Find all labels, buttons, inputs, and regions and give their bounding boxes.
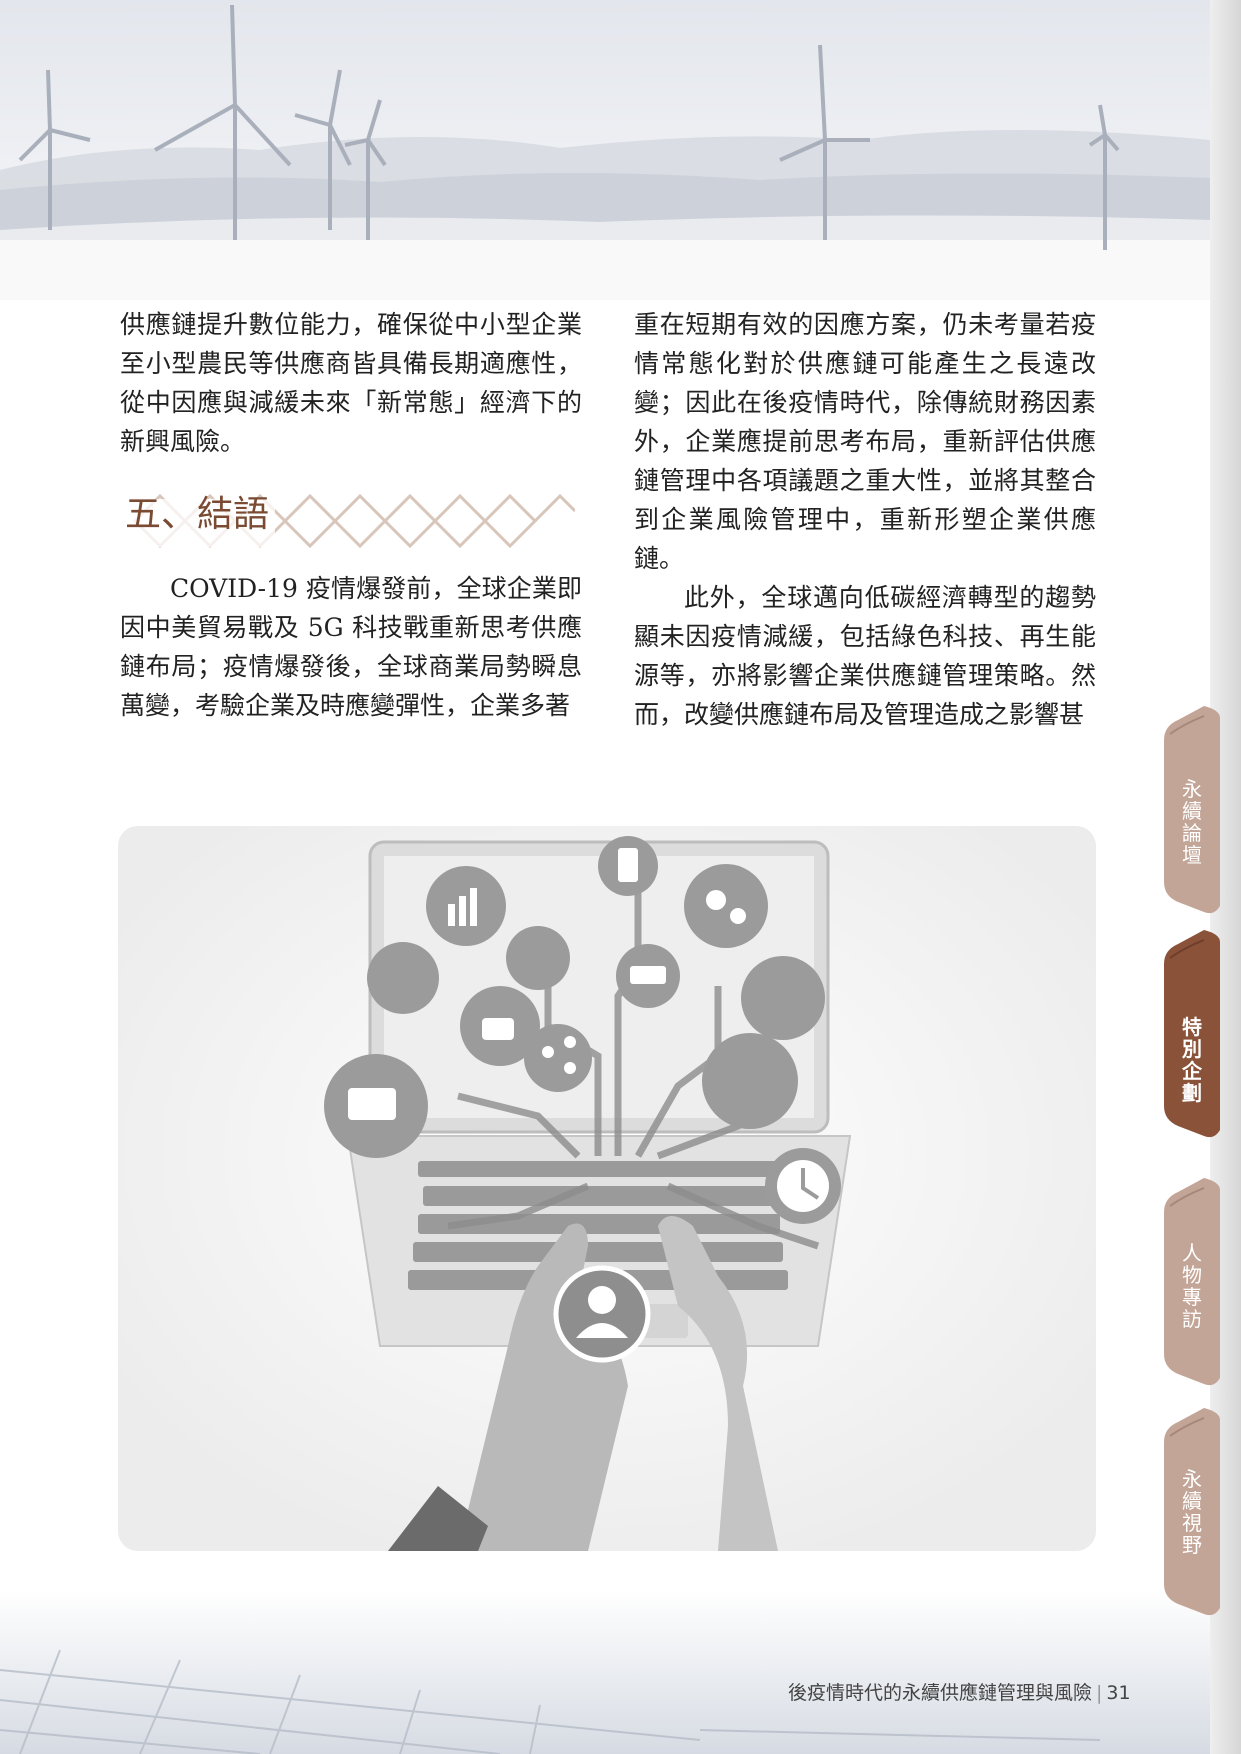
footer-separator: |: [1096, 1682, 1103, 1704]
tab-sustainability-vision[interactable]: 永續視野: [1164, 1408, 1220, 1618]
bird-icon: [702, 1033, 798, 1129]
right-paragraph-2: 此外，全球邁向低碳經濟轉型的趨勢顯未因疫情減緩，包括綠色科技、再生能源等，亦將影…: [634, 583, 1096, 729]
tab-label: 特別企劃: [1182, 1015, 1202, 1105]
tab-sustainability-forum[interactable]: 永續論壇: [1164, 706, 1220, 916]
tab-interview[interactable]: 人物專訪: [1164, 1178, 1220, 1388]
tab-special-feature[interactable]: 特別企劃: [1164, 930, 1220, 1140]
header-banner-wind-turbines: [0, 0, 1210, 300]
tab-label: 永續視野: [1182, 1467, 1202, 1557]
left-paragraph-2: COVID-19 疫情爆發前，全球企業即因中美貿易戰及 5G 科技戰重新思考供應…: [120, 574, 582, 720]
shopping-cart-icon: [367, 942, 439, 1014]
right-column: 重在短期有效的因應方案，仍未考量若疫情常態化對於供應鏈可能產生之長遠改變；因此在…: [634, 305, 1096, 734]
building-blocks-icon: [506, 926, 570, 990]
footer-solar-panels-background: [0, 1590, 1210, 1754]
laptop-hands-photo: [118, 826, 1096, 1551]
gears-icon: [684, 864, 768, 948]
left-paragraph-1: 供應鏈提升數位能力，確保從中小型企業至小型農民等供應商皆具備長期適應性，從中因應…: [120, 310, 582, 456]
section-heading-text: 五、結語: [125, 494, 270, 535]
share-icon: [524, 1024, 592, 1092]
tab-label: 人物專訪: [1182, 1241, 1202, 1331]
section-heading: 五、結語: [115, 491, 582, 551]
left-column: 供應鏈提升數位能力，確保從中小型企業至小型農民等供應商皆具備長期適應性，從中因應…: [115, 305, 582, 725]
footer-title: 後疫情時代的永續供應鏈管理與風險: [788, 1682, 1093, 1704]
tab-label: 永續論壇: [1182, 777, 1202, 867]
page-number: 31: [1106, 1682, 1131, 1704]
running-footer: 後疫情時代的永續供應鏈管理與風險 | 31: [788, 1678, 1131, 1705]
right-paragraph-1: 重在短期有效的因應方案，仍未考量若疫情常態化對於供應鏈可能產生之長遠改變；因此在…: [634, 310, 1096, 573]
